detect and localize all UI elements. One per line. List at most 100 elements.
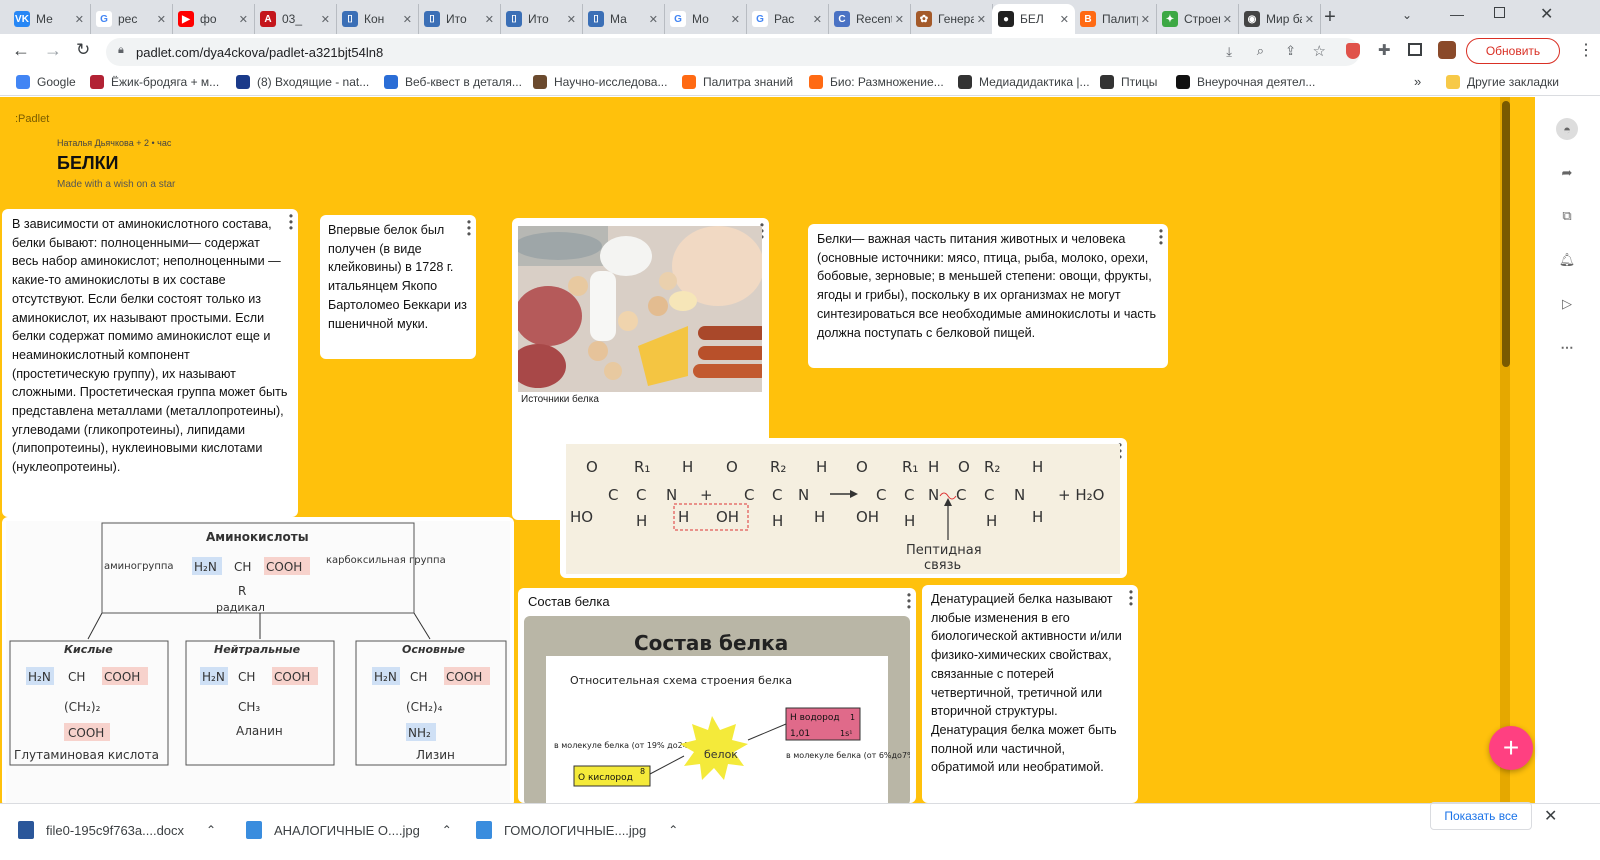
tab-close-icon[interactable]: ✕ [1305, 13, 1314, 26]
bell-icon[interactable]: 🔔︎ [1556, 249, 1578, 271]
svg-text:Аминокислоты: Аминокислоты [206, 530, 309, 544]
bookmark-item[interactable]: Ёжик-бродяга + м... [90, 72, 219, 92]
address-bar[interactable]: 🔒︎ padlet.com/dya4ckova/padlet-a321bjt54… [106, 38, 1360, 66]
bookmark-item[interactable]: Внеурочная деятел... [1176, 72, 1315, 92]
post-menu-icon[interactable]: ••• [1158, 225, 1164, 249]
browser-tab[interactable]: A 03_ ✕ [254, 4, 337, 34]
tab-close-icon[interactable]: ✕ [895, 13, 904, 26]
install-icon[interactable]: ⤓ [1226, 44, 1232, 60]
tab-close-icon[interactable]: ✕ [567, 13, 576, 26]
star-icon[interactable]: ☆ [1313, 42, 1326, 60]
download-item[interactable]: АНАЛОГИЧНЫЕ О....jpg ⌃ [246, 812, 452, 848]
svg-text:радикал: радикал [216, 601, 265, 614]
tab-close-icon[interactable]: ✕ [649, 13, 658, 26]
post-amino-diagram[interactable]: ••• Аминокислоты аминогруппа карбоксильн… [2, 517, 514, 803]
bookmarks-overflow-icon[interactable]: » [1414, 74, 1421, 89]
post-menu-icon[interactable]: ••• [466, 216, 472, 240]
svg-text:CH: CH [68, 670, 85, 684]
browser-tab[interactable]: ▶ фо ✕ [172, 4, 255, 34]
show-all-button[interactable]: Показать все [1430, 802, 1532, 830]
post-menu-icon[interactable]: ••• [288, 210, 294, 234]
zoom-icon[interactable]: ⌕ [1257, 43, 1264, 59]
share-icon[interactable]: ➦ [1556, 162, 1578, 184]
svg-text:H: H [678, 508, 689, 526]
new-tab-button[interactable]: + [1318, 6, 1342, 30]
bookmark-item[interactable]: Палитра знаний [682, 72, 793, 92]
close-downloads-icon[interactable]: ✕ [1544, 806, 1557, 826]
chevron-up-icon[interactable]: ⌃ [668, 823, 678, 837]
browser-tab[interactable]: ● БЕЛ ✕ [992, 4, 1075, 34]
svg-text:O кислород: O кислород [578, 773, 633, 783]
update-button[interactable]: Обновить [1466, 38, 1560, 64]
profile-avatar[interactable] [1438, 41, 1456, 59]
forward-icon[interactable]: → [44, 40, 62, 61]
tab-search-icon[interactable]: ⌄ [1402, 8, 1412, 22]
browser-tab[interactable]: B Палитр✕ [1074, 4, 1157, 34]
browser-tab[interactable]: G Мо ✕ [664, 4, 747, 34]
tab-close-icon[interactable]: ✕ [157, 13, 166, 26]
tab-close-icon[interactable]: ✕ [75, 13, 84, 26]
other-bookmarks[interactable]: Другие закладки [1446, 72, 1559, 92]
post-menu-icon[interactable]: ••• [1128, 586, 1134, 610]
tab-close-icon[interactable]: ✕ [239, 13, 248, 26]
post-peptide-bond[interactable]: ••• O HO C C R₁ H N H H + O OH C C R₂ H … [560, 438, 1127, 578]
padlet-logo[interactable]: :Padlet [15, 113, 49, 125]
download-item[interactable]: ГОМОЛОГИЧНЫЕ....jpg ⌃ [476, 812, 678, 848]
share-icon[interactable]: ⇪ [1285, 43, 1296, 59]
reload-icon[interactable]: ↻ [76, 40, 90, 60]
bookmark-item[interactable]: Медиадидактика |... [958, 72, 1090, 92]
shield-icon[interactable] [1346, 43, 1360, 59]
browser-tab[interactable]: ⌷ Кон ✕ [336, 4, 419, 34]
user-avatar-icon[interactable]: ◓ [1556, 118, 1578, 140]
close-window-icon[interactable]: ✕ [1540, 4, 1553, 24]
post-protein-composition[interactable]: • • • Состав белка Состав белка Относитель… [518, 588, 916, 803]
bookmark-item[interactable]: Био: Размножение... [809, 72, 944, 92]
bookmark-item[interactable]: Птицы [1100, 72, 1157, 92]
tab-close-icon[interactable]: ✕ [1141, 13, 1150, 26]
browser-tab[interactable]: Gрес ✕ [90, 4, 173, 34]
post-denaturation[interactable]: • • • Денатурацией белка называют любые из… [922, 585, 1138, 803]
sidepanel-icon[interactable] [1408, 43, 1422, 56]
post-amino-types[interactable]: • • • В зависимости от аминокислотного сос… [2, 209, 298, 517]
browser-tab[interactable]: ⌷ Ито ✕ [418, 4, 501, 34]
post-first-protein[interactable]: • • • Впервые белок был получен (в виде кл… [320, 215, 476, 359]
restore-icon[interactable] [1494, 7, 1505, 18]
tab-close-icon[interactable]: ✕ [1060, 13, 1069, 26]
slideshow-icon[interactable]: ▷ [1556, 293, 1578, 315]
tab-close-icon[interactable]: ✕ [731, 13, 740, 26]
browser-tab[interactable]: ⌷ Ма ✕ [582, 4, 665, 34]
svg-text:Состав белка: Состав белка [634, 631, 788, 655]
bookmark-item[interactable]: (8) Входящие - nat... [236, 72, 369, 92]
svg-text:H водород: H водород [790, 713, 840, 723]
bookmark-item[interactable]: Google [16, 72, 76, 92]
add-post-button[interactable]: + [1489, 726, 1533, 770]
browser-tab[interactable]: C Recents✕ [828, 4, 911, 34]
remake-icon[interactable]: ⧉ [1556, 205, 1578, 227]
extensions-icon[interactable]: ✚ [1378, 41, 1391, 59]
menu-icon[interactable]: ⋮ [1578, 40, 1594, 60]
tab-close-icon[interactable]: ✕ [485, 13, 494, 26]
bookmark-item[interactable]: Научно-исследова... [533, 72, 667, 92]
chevron-up-icon[interactable]: ⌃ [206, 823, 216, 837]
bookmark-item[interactable]: Веб-квест в деталя... [384, 72, 522, 92]
browser-tab[interactable]: ✦ Строен✕ [1156, 4, 1239, 34]
browser-tab[interactable]: ⌷ Ито ✕ [500, 4, 583, 34]
tab-close-icon[interactable]: ✕ [977, 13, 986, 26]
post-nutrition[interactable]: • • • Белки— важная часть питания животных… [808, 224, 1168, 368]
back-icon[interactable]: ← [12, 40, 30, 61]
browser-tab[interactable]: ✿ Генерат✕ [910, 4, 993, 34]
chevron-up-icon[interactable]: ⌃ [442, 823, 452, 837]
scrollbar-thumb[interactable] [1502, 101, 1510, 367]
more-icon[interactable]: ⋯ [1556, 337, 1578, 359]
browser-tab[interactable]: G Рас ✕ [746, 4, 829, 34]
browser-tab[interactable]: VK Ме ✕ [8, 4, 91, 34]
bookmark-label: (8) Входящие - nat... [257, 75, 370, 89]
minimize-icon[interactable]: — [1450, 6, 1464, 22]
tab-close-icon[interactable]: ✕ [813, 13, 822, 26]
tab-close-icon[interactable]: ✕ [403, 13, 412, 26]
tab-close-icon[interactable]: ✕ [1223, 13, 1232, 26]
tab-close-icon[interactable]: ✕ [321, 13, 330, 26]
post-menu-icon[interactable]: ••• [906, 589, 912, 613]
browser-tab[interactable]: ◉ Мир ба✕ [1238, 4, 1321, 34]
download-item[interactable]: file0-195c9f763a....docx ⌃ [18, 812, 216, 848]
